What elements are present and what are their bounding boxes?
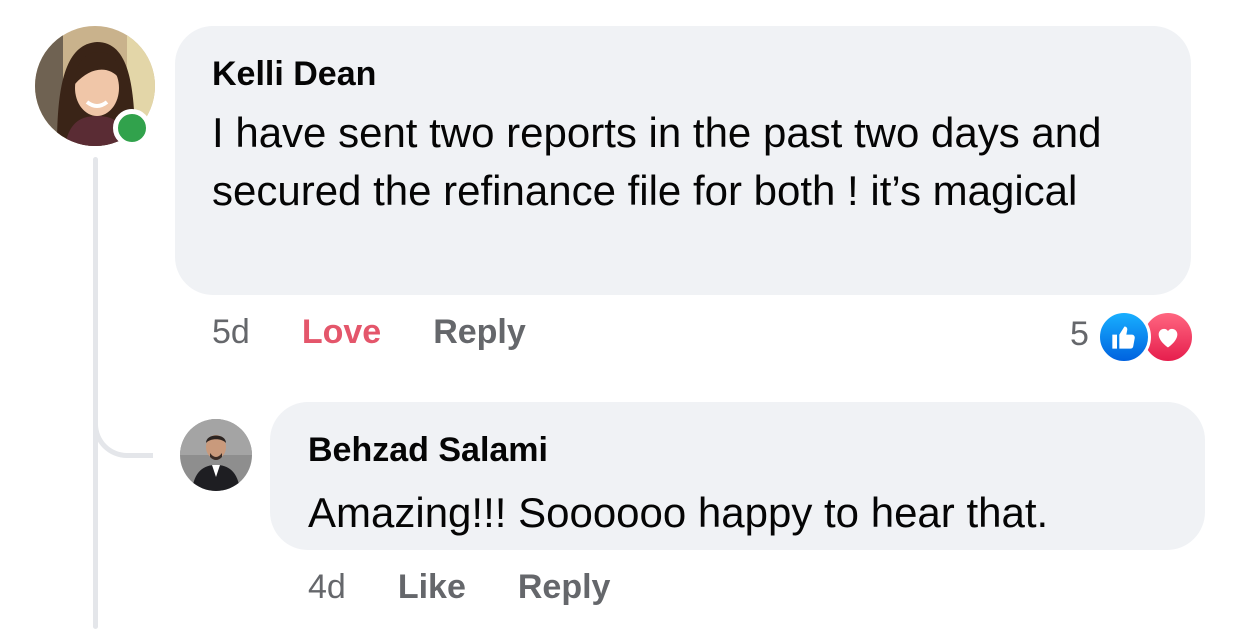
comment-bubble[interactable]: Kelli Dean I have sent two reports in th… [175, 26, 1191, 295]
comment-actions: 5d Love Reply [212, 313, 578, 352]
love-button[interactable]: Love [302, 313, 381, 352]
reaction-icons [1096, 308, 1205, 364]
comment-author[interactable]: Kelli Dean [212, 54, 1154, 94]
avatar-behzad-salami-image [180, 419, 252, 491]
reply-connector [93, 390, 153, 458]
comment-timestamp[interactable]: 5d [212, 313, 250, 352]
comment-thread: Kelli Dean I have sent two reports in th… [0, 0, 1242, 629]
like-icon [1096, 310, 1151, 364]
avatar[interactable] [180, 419, 252, 491]
reply-button[interactable]: Reply [518, 568, 611, 607]
comment-timestamp[interactable]: 4d [308, 568, 346, 607]
comment-text: Amazing!!! Soooooo happy to hear that. [308, 489, 1049, 536]
comment-text: I have sent two reports in the past two … [212, 109, 1102, 214]
comment-author[interactable]: Behzad Salami [308, 430, 1167, 470]
reply-bubble[interactable]: Behzad Salami Amazing!!! Soooooo happy t… [270, 402, 1205, 550]
online-status-icon [113, 109, 151, 147]
like-button[interactable]: Like [398, 568, 466, 607]
reply-button[interactable]: Reply [433, 313, 526, 352]
reaction-count: 5 [1070, 314, 1089, 353]
comment-actions: 4d Like Reply [308, 568, 662, 607]
reaction-summary[interactable]: 5 [1070, 308, 1205, 364]
